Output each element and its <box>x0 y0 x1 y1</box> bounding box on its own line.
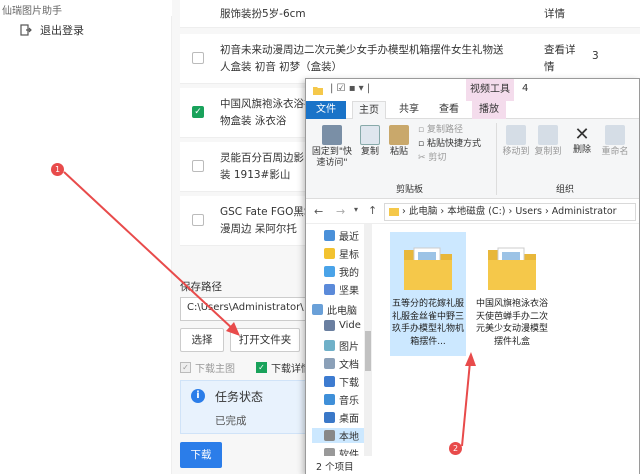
arrow-line-2 <box>461 361 471 447</box>
annotation-arrows <box>63 171 476 447</box>
arrow-head-2 <box>465 352 476 366</box>
step-marker-2: 2 <box>449 442 462 455</box>
arrow-line-1 <box>63 171 235 331</box>
step-marker-1: 1 <box>51 163 64 176</box>
